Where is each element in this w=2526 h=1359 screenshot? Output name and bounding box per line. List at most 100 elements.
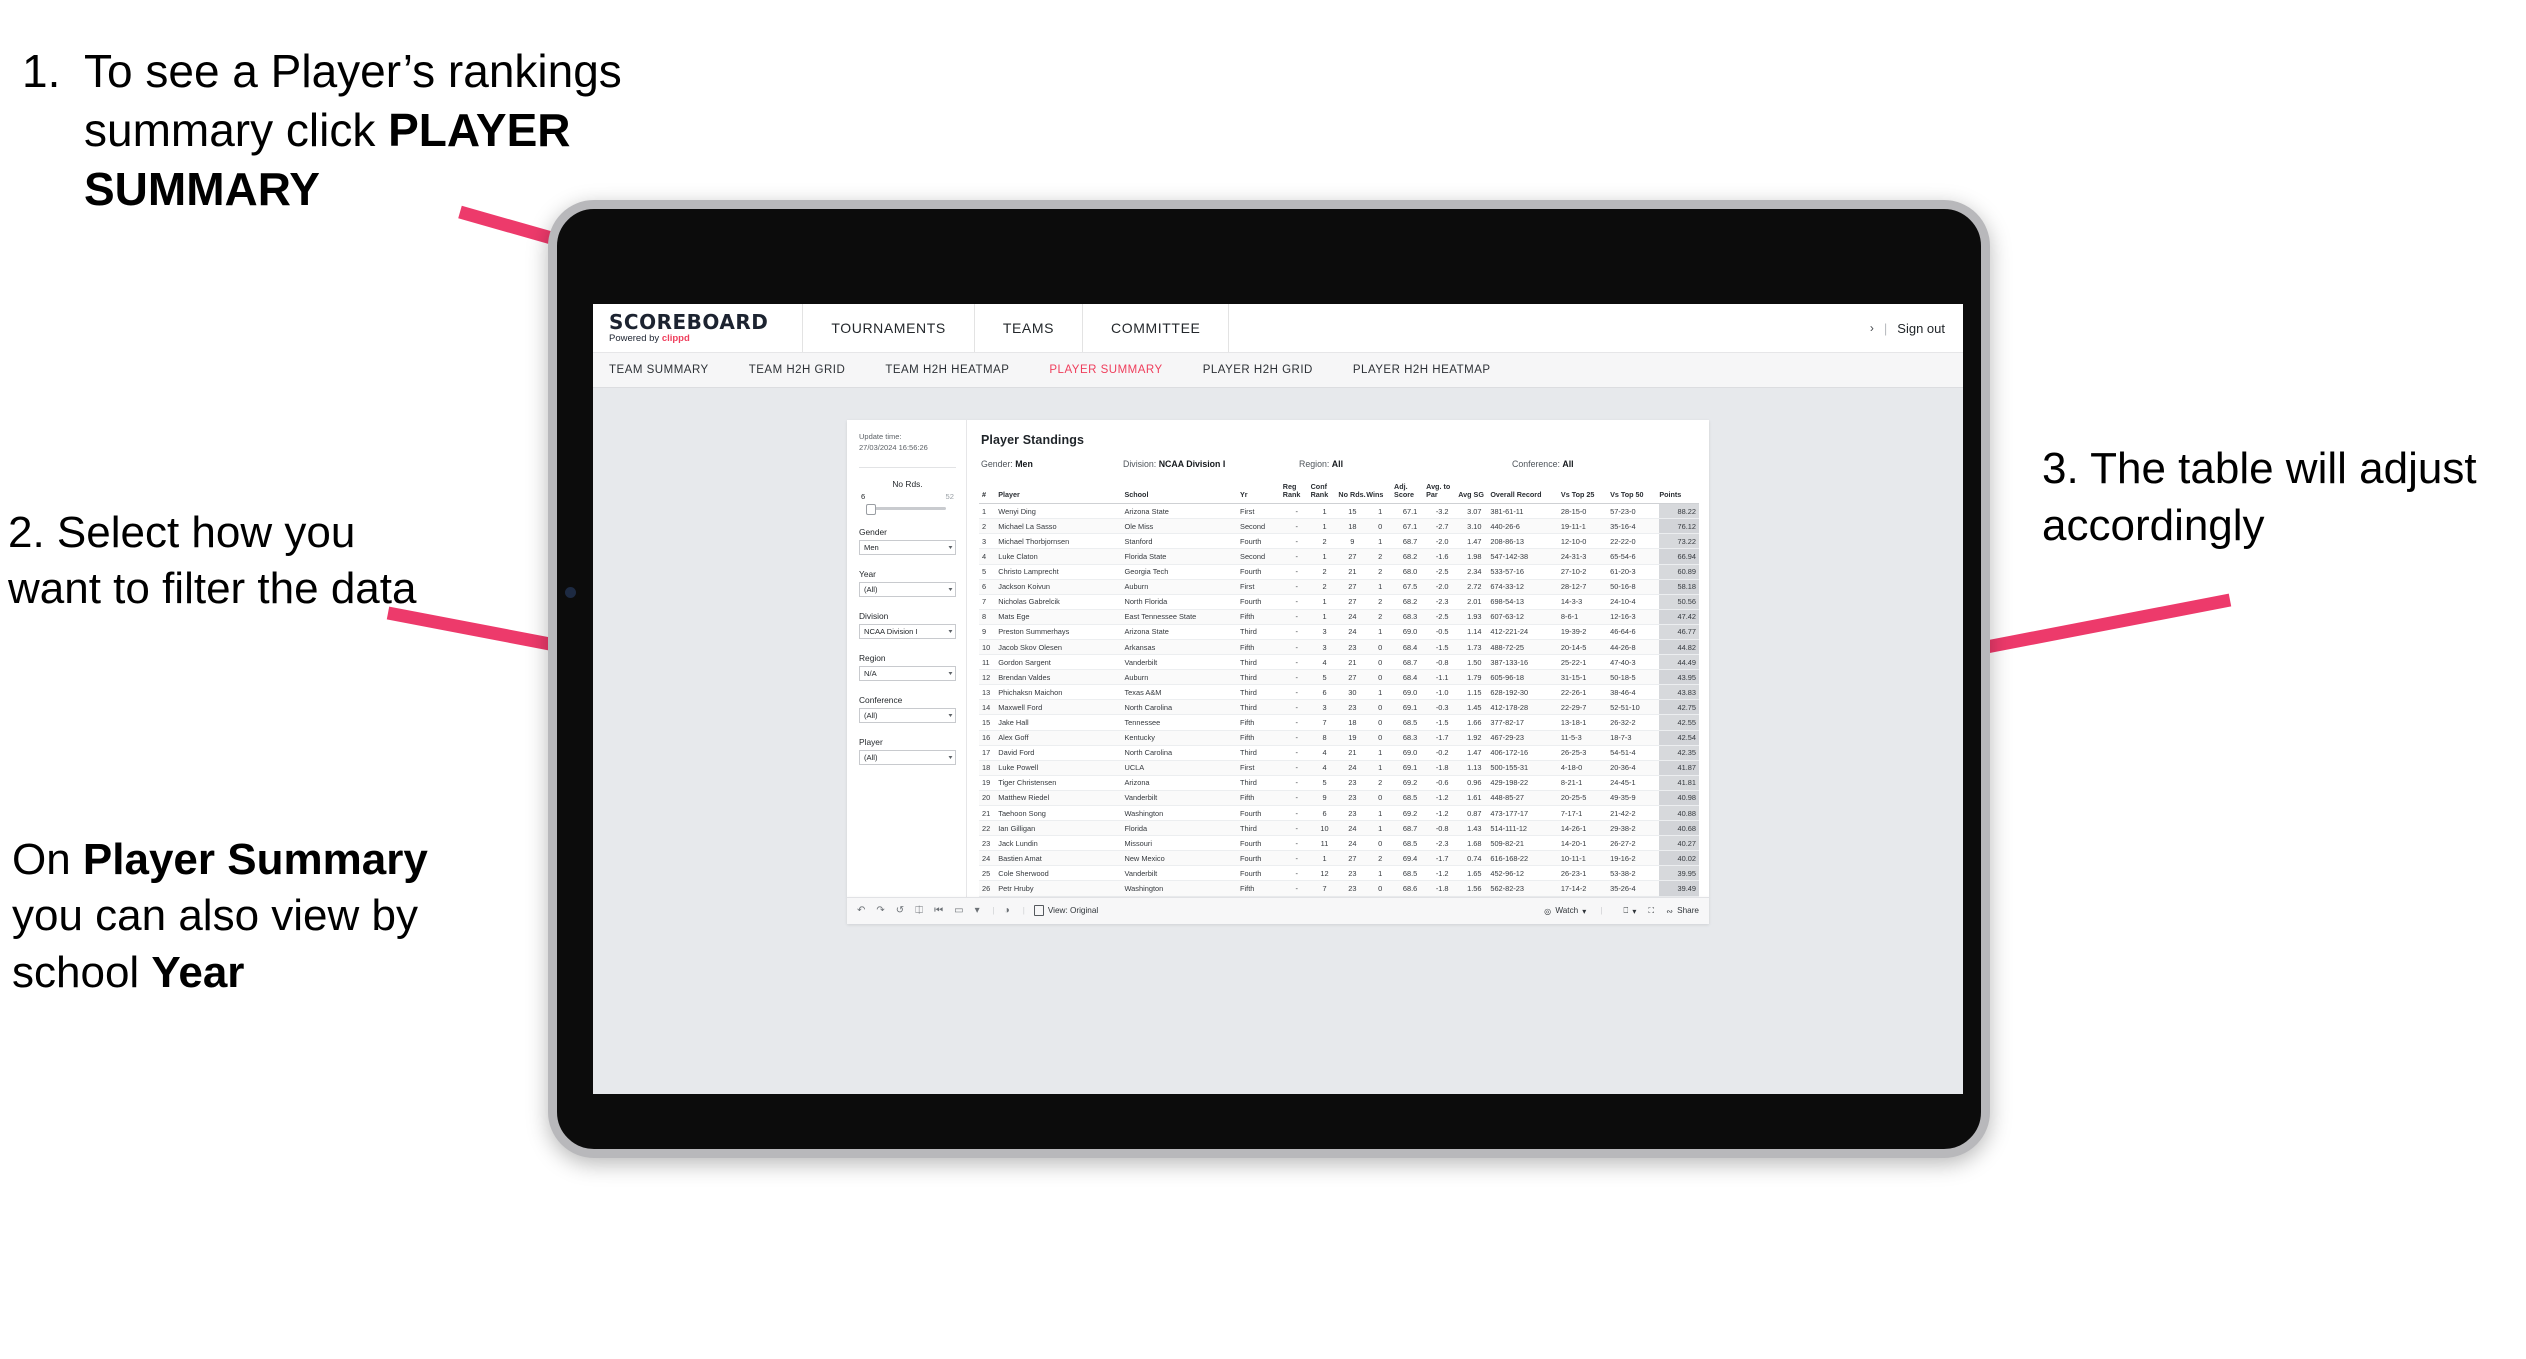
col-avg-to-par[interactable]: Avg. to Par <box>1426 480 1459 505</box>
table-row[interactable]: 1 Wenyi Ding Arizona State First -1 15 1 67.1 -3… <box>979 503 1699 520</box>
cell-conf-rank: 5 <box>1310 775 1339 791</box>
table-row[interactable]: 2 Michael La Sasso Ole Miss Second -1 18 0 67.1… <box>979 518 1699 535</box>
cell-vs-top-25: 19-11-1 <box>1560 518 1611 535</box>
player-select[interactable]: (All) ▾ <box>859 749 956 765</box>
cell-avg-to-par: -3.2 <box>1426 503 1459 520</box>
col-no-rds[interactable]: No Rds. <box>1338 480 1367 505</box>
table-row[interactable]: 21 Taehoon Song Washington Fourth -6 23 1 69.2-… <box>979 805 1699 822</box>
cell-overall-record: 452-96-12 <box>1490 865 1561 882</box>
tab-player-h2h-heatmap[interactable]: PLAYER H2H HEATMAP <box>1353 364 1491 376</box>
col-conf-rank[interactable]: Conf Rank <box>1310 480 1339 505</box>
cell-avg-to-par: -1.8 <box>1426 880 1459 897</box>
col-player[interactable]: Player <box>998 480 1125 505</box>
nav-item-tournaments[interactable]: TOURNAMENTS <box>802 304 973 352</box>
cell-school: Stanford <box>1124 533 1241 550</box>
table-row[interactable]: 11 Gordon Sargent Vanderbilt Third -4 21 0 68.7… <box>979 654 1699 671</box>
highlight-icon[interactable]: ◑ <box>1004 905 1010 916</box>
tab-player-summary[interactable]: PLAYER SUMMARY <box>1049 364 1162 376</box>
table-row[interactable]: 24 Bastien Amat New Mexico Fourth -1 27 2 69.4-… <box>979 850 1699 867</box>
download-button[interactable]: ⎕ ▾ <box>1623 906 1636 916</box>
table-row[interactable]: 20 Matthew Riedel Vanderbilt Fifth -9 23 0 68.5… <box>979 790 1699 807</box>
table-row[interactable]: 16 Alex Goff Kentucky Fifth -8 19 0 68.3 -1.7 1.9… <box>979 730 1699 746</box>
cell-adj-score: 69.1 <box>1394 699 1427 716</box>
col-overall-record[interactable]: Overall Record <box>1490 480 1561 505</box>
revert-icon[interactable]: ↺ <box>896 905 904 916</box>
annotation-step-1: 1. To see a Player’s rankings summary cl… <box>22 42 812 219</box>
sign-out-button[interactable]: Sign out <box>1897 321 1945 336</box>
cell-vs-top-50: 61-20-3 <box>1610 564 1660 580</box>
fullscreen-button[interactable]: ⛶ <box>1649 906 1655 916</box>
refresh-data-icon[interactable]: ⎅ <box>915 905 923 916</box>
cell-rank: 13 <box>979 684 999 701</box>
col-wins[interactable]: Wins <box>1366 480 1395 505</box>
cell-points: 40.88 <box>1659 805 1699 822</box>
year-select[interactable]: (All) ▾ <box>859 581 956 597</box>
table-row[interactable]: 10 Jacob Skov Olesen Arkansas Fifth -3 23 0 68.… <box>979 639 1699 656</box>
table-row[interactable]: 4 Luke Claton Florida State Second -1 27 2 68.2… <box>979 548 1699 565</box>
tab-team-h2h-grid[interactable]: TEAM H2H GRID <box>749 364 846 376</box>
year-value: (All) <box>864 584 878 594</box>
nav-item-teams[interactable]: TEAMS <box>973 304 1082 352</box>
table-row[interactable]: 17 David Ford North Carolina Third -4 21 1 69.0… <box>979 745 1699 761</box>
col-rank[interactable]: # <box>979 480 999 505</box>
tab-team-h2h-heatmap[interactable]: TEAM H2H HEATMAP <box>885 364 1009 376</box>
cell-reg-rank: - <box>1282 850 1311 867</box>
col-adj-score[interactable]: Adj. Score <box>1394 480 1427 505</box>
cell-school: Georgia Tech <box>1124 564 1241 580</box>
table-row[interactable]: 25 Cole Sherwood Vanderbilt Fourth -12 23 1 68.… <box>979 865 1699 882</box>
tab-team-summary[interactable]: TEAM SUMMARY <box>609 364 709 376</box>
cell-conf-rank: 10 <box>1310 820 1339 837</box>
table-row[interactable]: 19 Tiger Christensen Arizona Third -5 23 2 69.2… <box>979 775 1699 791</box>
cell-yr: Fifth <box>1240 880 1283 897</box>
redo-icon[interactable]: ↷ <box>876 905 884 916</box>
table-row[interactable]: 15 Jake Hall Tennessee Fifth -7 18 0 68.5 -1.5 1.… <box>979 714 1699 731</box>
col-school[interactable]: School <box>1124 480 1241 505</box>
cell-wins: 2 <box>1366 548 1395 565</box>
col-avg-sg[interactable]: Avg SG <box>1458 480 1491 505</box>
cell-vs-top-50: 18-7-3 <box>1610 730 1660 746</box>
custom-views-caret-icon[interactable]: ▾ <box>975 905 980 916</box>
table-row[interactable]: 8 Mats Ege East Tennessee State Fifth -1 24 2 6… <box>979 609 1699 625</box>
col-points[interactable]: Points <box>1659 480 1699 505</box>
table-row[interactable]: 5 Christo Lamprecht Georgia Tech Fourth -2 21… <box>979 564 1699 580</box>
table-row[interactable]: 14 Maxwell Ford North Carolina Third -3 23 0 69… <box>979 699 1699 716</box>
cell-vs-top-25: 26-23-1 <box>1560 865 1611 882</box>
table-row[interactable]: 13 Phichaksn Maichon Texas A&M Third -6 30 1 69… <box>979 684 1699 701</box>
cell-yr: Fourth <box>1240 805 1283 822</box>
cell-player: Gordon Sargent <box>998 654 1125 671</box>
custom-views-icon[interactable]: ▭ <box>954 905 963 916</box>
annotation-step-2b: On Player Summary you can also view by s… <box>12 832 452 1001</box>
conference-select[interactable]: (All) ▾ <box>859 707 956 723</box>
division-select[interactable]: NCAA Division I ▾ <box>859 623 956 639</box>
table-row[interactable]: 3 Michael Thorbjornsen Stanford Fourth -2 9 1 6… <box>979 533 1699 550</box>
table-row[interactable]: 26 Petr Hruby Washington Fifth -7 23 0 68.6 -1.8… <box>979 880 1699 897</box>
table-row[interactable]: 9 Preston Summerhays Arizona State Third -3 2… <box>979 624 1699 640</box>
share-button[interactable]: ∾ Share <box>1666 906 1699 916</box>
view-original-button[interactable]: View: Original <box>1033 905 1098 917</box>
tab-player-h2h-grid[interactable]: PLAYER H2H GRID <box>1203 364 1313 376</box>
col-vs-top-50[interactable]: Vs Top 50 <box>1610 480 1660 505</box>
table-row[interactable]: 6 Jackson Koivun Auburn First -2 27 1 67.5 -2.0 2… <box>979 579 1699 595</box>
col-yr[interactable]: Yr <box>1240 480 1283 505</box>
table-row[interactable]: 12 Brendan Valdes Auburn Third -5 27 0 68.4 -1.1… <box>979 669 1699 686</box>
no-rds-slider[interactable] <box>861 503 954 515</box>
gender-select[interactable]: Men ▾ <box>859 539 956 555</box>
cell-rank: 2 <box>979 518 999 535</box>
region-select[interactable]: N/A ▾ <box>859 665 956 681</box>
undo-icon[interactable]: ↶ <box>857 905 865 916</box>
summary-gender-label: Gender: <box>981 459 1016 469</box>
chevron-right-icon[interactable]: › <box>1870 321 1874 335</box>
cell-avg-to-par: -2.5 <box>1426 564 1459 580</box>
col-reg-rank[interactable]: Reg Rank <box>1282 480 1311 505</box>
slider-handle[interactable] <box>866 503 876 515</box>
table-row[interactable]: 22 Ian Gilligan Florida Third -10 24 1 68.7 -0.8… <box>979 820 1699 837</box>
watch-button[interactable]: ◎ Watch ▾ <box>1544 906 1586 916</box>
summary-conference-label: Conference: <box>1512 459 1563 469</box>
table-row[interactable]: 18 Luke Powell UCLA First -4 24 1 69.1 -1.8 1.13 5… <box>979 760 1699 776</box>
col-vs-top-25[interactable]: Vs Top 25 <box>1560 480 1611 505</box>
table-row[interactable]: 23 Jack Lundin Missouri Fourth -11 24 0 68.5 -2.… <box>979 835 1699 852</box>
nav-item-committee[interactable]: COMMITTEE <box>1082 304 1230 352</box>
table-row[interactable]: 7 Nicholas Gabrelcik North Florida Fourth -1… <box>979 594 1699 610</box>
pause-auto-updates-icon[interactable]: ⏮ <box>934 905 943 916</box>
cell-wins: 1 <box>1366 865 1395 882</box>
